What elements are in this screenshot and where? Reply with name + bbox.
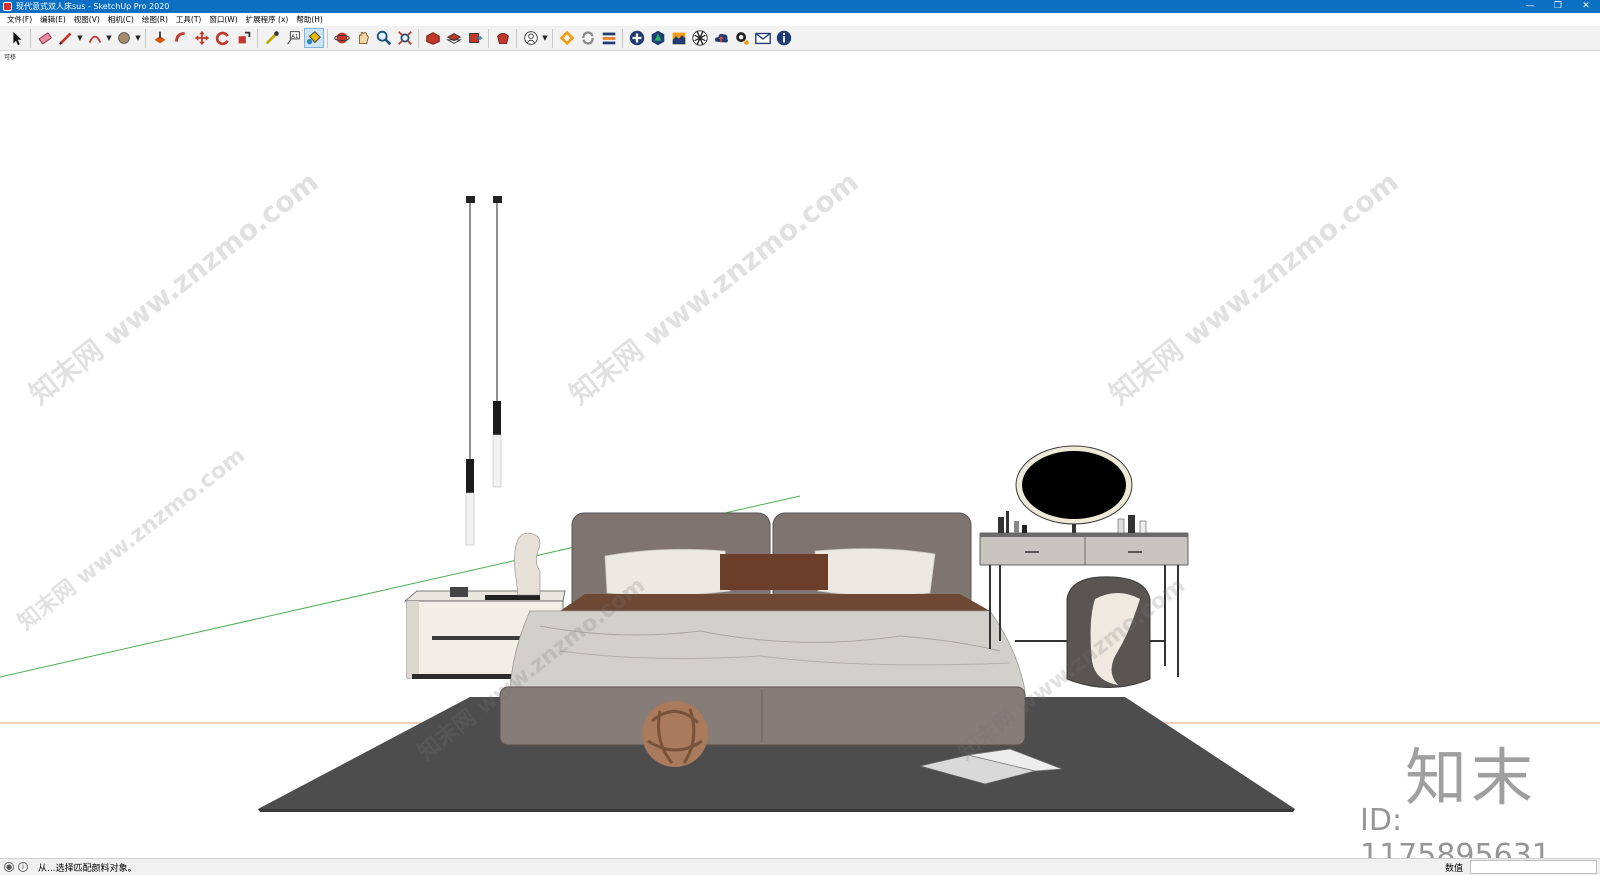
toolbar-separator [30, 28, 31, 48]
orbit-icon[interactable] [332, 28, 352, 48]
pendant-light-right [492, 196, 502, 488]
geolocation-icon[interactable]: ● [4, 862, 14, 872]
dropdown-arrow-icon[interactable]: ▼ [134, 34, 142, 42]
status-text: 从...选择匹配颜料对象。 [38, 863, 137, 874]
eraser-icon[interactable] [35, 28, 55, 48]
maximize-button[interactable]: ❐ [1544, 0, 1572, 13]
menu-window[interactable]: 窗口(W) [205, 13, 241, 26]
toolbar-separator [327, 28, 328, 48]
settings-gear-icon[interactable] [732, 28, 752, 48]
paint-bucket-icon[interactable] [303, 28, 324, 48]
measurements-input[interactable] [1470, 860, 1597, 874]
account-icon[interactable] [521, 28, 541, 48]
toolbar-separator [552, 28, 553, 48]
share-model-icon[interactable] [465, 28, 485, 48]
push-pull-icon[interactable] [150, 28, 170, 48]
toolbar-separator [145, 28, 146, 48]
model-viewport[interactable]: 可移 知末网 www.znzmo.com 知末网 www.znzmo.com 知… [0, 51, 1600, 858]
pencil-icon[interactable] [56, 28, 76, 48]
toolbar-separator [516, 28, 517, 48]
model-id: ID: 1175895631 [1360, 803, 1551, 858]
info-icon[interactable] [774, 28, 794, 48]
title-bar: 现代意式双人床sus - SketchUp Pro 2020 — ❐ ✕ [0, 0, 1600, 13]
measurements-label: 数值 [1445, 864, 1464, 874]
plugin-orange-icon[interactable] [557, 28, 577, 48]
extension-warehouse-icon[interactable] [493, 28, 513, 48]
pendant-light-left [465, 196, 475, 546]
menu-tools[interactable]: 工具(T) [172, 13, 205, 26]
text-icon[interactable]: A1 [283, 28, 303, 48]
dropdown-arrow-icon[interactable]: ▼ [541, 34, 549, 42]
scale-icon[interactable] [234, 28, 254, 48]
warehouse-icon[interactable] [423, 28, 443, 48]
arc-icon[interactable] [85, 28, 105, 48]
skyline-icon[interactable] [669, 28, 689, 48]
toolbar-separator [418, 28, 419, 48]
window-title: 现代意式双人床sus - SketchUp Pro 2020 [16, 2, 170, 11]
dropdown-arrow-icon[interactable]: ▼ [105, 34, 113, 42]
tape-measure-icon[interactable] [262, 28, 282, 48]
menu-extensions[interactable]: 扩展程序 (x) [242, 13, 293, 26]
menu-view[interactable]: 视图(V) [70, 13, 104, 26]
menu-file[interactable]: 文件(F) [3, 13, 36, 26]
zoom-icon[interactable] [374, 28, 394, 48]
sketchup-logo-icon [3, 2, 12, 11]
menu-bar: 文件(F) 编辑(E) 视图(V) 相机(C) 绘图(R) 工具(T) 窗口(W… [0, 13, 1600, 26]
toolbar-separator [257, 28, 258, 48]
main-toolbar: ▼ ▼ ▼ A1 ▼ [0, 26, 1600, 51]
menu-camera[interactable]: 相机(C) [104, 13, 138, 26]
sync-icon[interactable] [578, 28, 598, 48]
dropdown-arrow-icon[interactable]: ▼ [76, 34, 84, 42]
mail-icon[interactable] [753, 28, 773, 48]
zoom-extents-icon[interactable] [395, 28, 415, 48]
layers-plugin-icon[interactable] [599, 28, 619, 48]
svg-text:A1: A1 [291, 34, 298, 40]
sketchup-window: 现代意式双人床sus - SketchUp Pro 2020 — ❐ ✕ 文件(… [0, 0, 1600, 875]
shape-icon[interactable] [114, 28, 134, 48]
rotate-icon[interactable] [213, 28, 233, 48]
offset-icon[interactable] [171, 28, 191, 48]
status-bar: ● i 从...选择匹配颜料对象。 数值 [0, 858, 1600, 875]
move-icon[interactable] [192, 28, 212, 48]
tree-icon[interactable] [648, 28, 668, 48]
menu-edit[interactable]: 编辑(E) [36, 13, 70, 26]
minimize-button[interactable]: — [1516, 0, 1544, 13]
cloud-upload-icon[interactable] [711, 28, 731, 48]
add-circle-icon[interactable] [627, 28, 647, 48]
select-icon[interactable] [7, 28, 27, 48]
toolbar-separator [488, 28, 489, 48]
checker-sphere-icon[interactable] [690, 28, 710, 48]
pan-icon[interactable] [353, 28, 373, 48]
menu-help[interactable]: 帮助(H) [292, 13, 327, 26]
menu-draw[interactable]: 绘图(R) [138, 13, 172, 26]
components-icon[interactable] [444, 28, 464, 48]
instructor-icon[interactable]: i [18, 862, 28, 872]
close-button[interactable]: ✕ [1572, 0, 1600, 13]
toolbar-separator [622, 28, 623, 48]
